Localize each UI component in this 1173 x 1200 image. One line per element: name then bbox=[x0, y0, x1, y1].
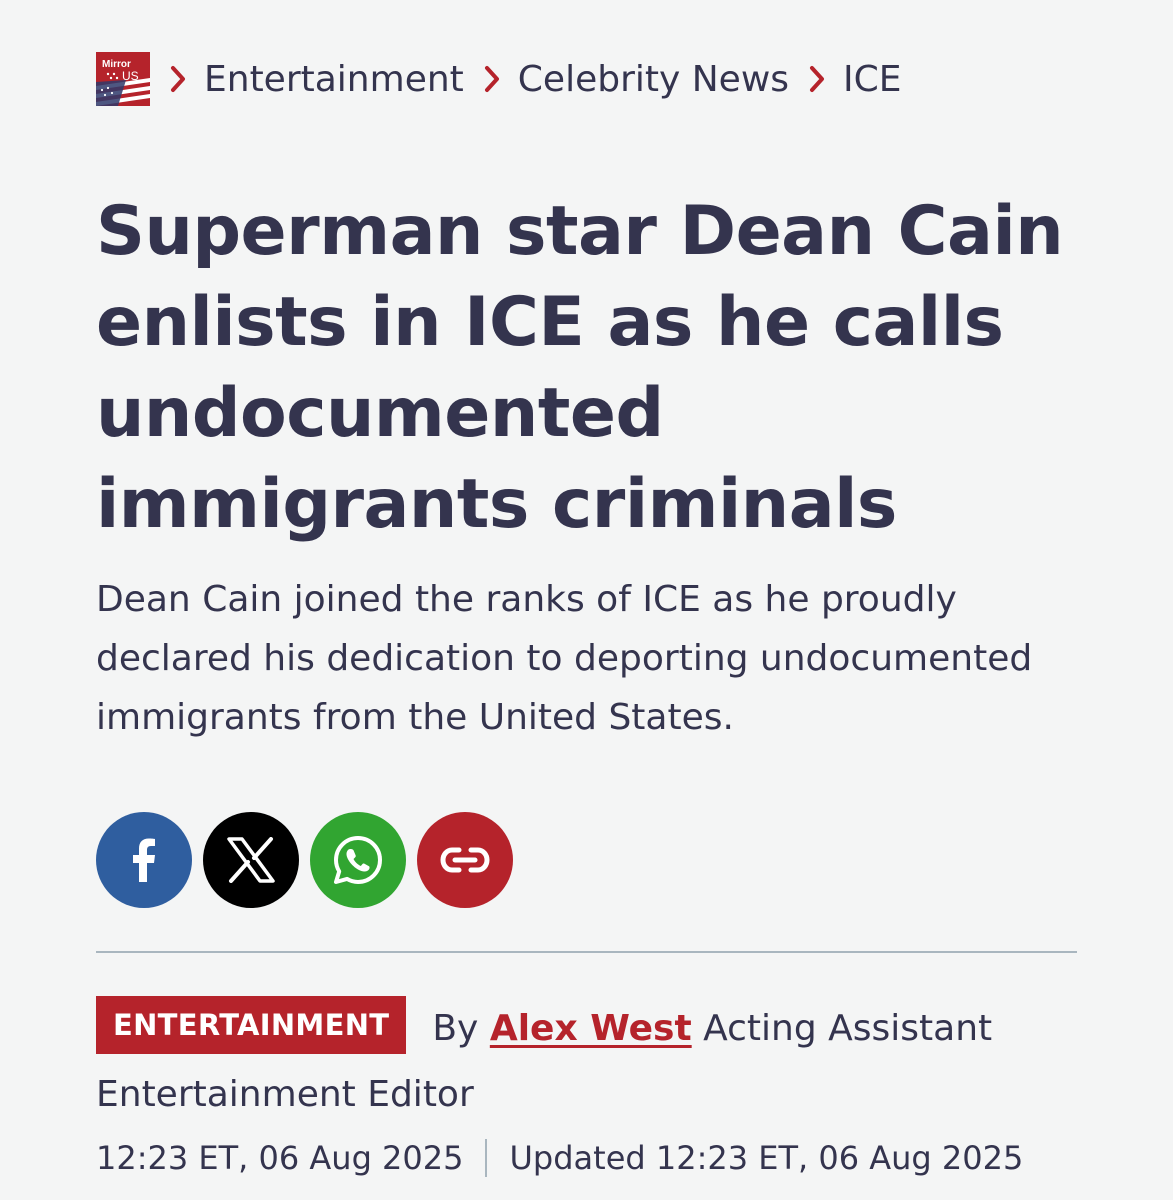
share-bar bbox=[96, 812, 513, 908]
x-icon bbox=[227, 837, 275, 883]
breadcrumb-ice[interactable]: ICE bbox=[843, 59, 902, 100]
date-separator bbox=[485, 1139, 488, 1177]
divider bbox=[96, 951, 1077, 953]
updated-date: Updated 12:23 ET, 06 Aug 2025 bbox=[509, 1139, 1024, 1177]
article-standfirst: Dean Cain joined the ranks of ICE as he … bbox=[96, 579, 1033, 738]
article-headline: Superman star Dean Cain enlists in ICE a… bbox=[96, 192, 1064, 544]
breadcrumb: Mirror US Entertainment Celebrity News I… bbox=[96, 52, 902, 106]
byline: ENTERTAINMENT By Alex West Acting Assista… bbox=[96, 996, 1096, 1128]
chevron-right-icon bbox=[809, 65, 825, 93]
facebook-icon bbox=[133, 838, 155, 882]
byline-prefix: By bbox=[432, 1008, 479, 1049]
breadcrumb-celebrity-news[interactable]: Celebrity News bbox=[518, 59, 789, 100]
article-dates: 12:23 ET, 06 Aug 2025 Updated 12:23 ET, … bbox=[96, 1136, 1023, 1180]
share-facebook-button[interactable] bbox=[96, 812, 192, 908]
share-copy-link-button[interactable] bbox=[417, 812, 513, 908]
whatsapp-icon bbox=[334, 836, 382, 884]
breadcrumb-entertainment[interactable]: Entertainment bbox=[204, 59, 464, 100]
chevron-right-icon bbox=[170, 65, 186, 93]
mirror-us-logo-icon: Mirror US bbox=[96, 52, 150, 106]
link-icon bbox=[440, 847, 490, 873]
category-tag[interactable]: ENTERTAINMENT bbox=[96, 996, 407, 1054]
author-link[interactable]: Alex West bbox=[490, 1008, 692, 1049]
mirror-us-logo[interactable]: Mirror US bbox=[96, 52, 150, 106]
share-x-button[interactable] bbox=[203, 812, 299, 908]
share-whatsapp-button[interactable] bbox=[310, 812, 406, 908]
chevron-right-icon bbox=[484, 65, 500, 93]
published-date: 12:23 ET, 06 Aug 2025 bbox=[96, 1139, 464, 1177]
